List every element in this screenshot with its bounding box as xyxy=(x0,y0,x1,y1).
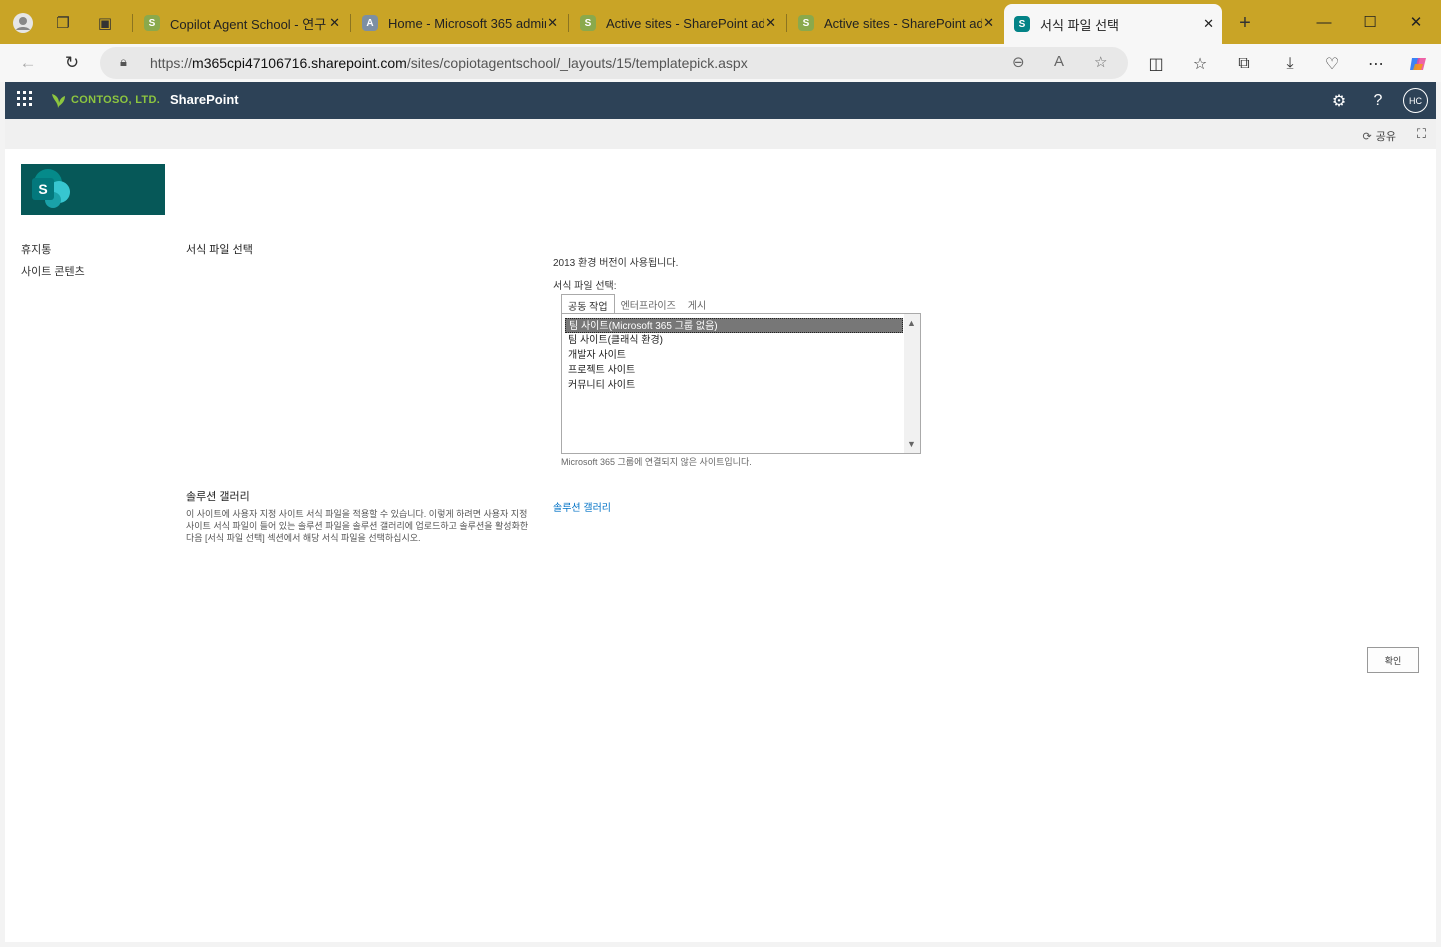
listbox-scrollbar[interactable]: ▲ ▼ xyxy=(904,314,920,453)
template-item-project-site[interactable]: 프로젝트 사이트 xyxy=(565,363,903,378)
browser-tab-strip: ❐ ▣ S Copilot Agent School - 연구 5 ✕ A Ho… xyxy=(0,0,1441,44)
template-item-team-site-classic[interactable]: 팀 사이트(클래식 환경) xyxy=(565,333,903,348)
template-category-tabs: 공동 작업 엔터프라이즈 게시 xyxy=(561,294,712,314)
workspaces-icon[interactable]: ❐ xyxy=(50,10,76,36)
browser-toolbar: ← ↻ 🔒︎ https://m365cpi47106716.sharepoin… xyxy=(0,44,1441,82)
window-close-icon[interactable]: ✕ xyxy=(1396,8,1436,36)
address-bar[interactable]: 🔒︎ https://m365cpi47106716.sharepoint.co… xyxy=(100,47,1128,79)
ok-button[interactable]: 확인 xyxy=(1367,647,1419,673)
close-tab-icon[interactable]: ✕ xyxy=(547,15,558,31)
nav-site-contents[interactable]: 사이트 콘텐츠 xyxy=(21,263,85,285)
maximize-icon[interactable]: ☐ xyxy=(1350,8,1390,36)
tab-collaboration[interactable]: 공동 작업 xyxy=(561,294,615,314)
leaf-icon xyxy=(52,94,65,108)
share-button[interactable]: ⟳ 공유 xyxy=(1363,128,1396,144)
share-icon: ⟳ xyxy=(1362,130,1372,143)
solution-section-description: 이 사이트에 사용자 지정 사이트 서식 파일을 적용할 수 있습니다. 이렇게… xyxy=(186,509,529,543)
sharepoint-logo-icon: S xyxy=(32,178,54,200)
scroll-down-icon[interactable]: ▼ xyxy=(907,439,916,449)
close-tab-icon[interactable]: ✕ xyxy=(983,15,994,31)
tab-m365-admin-home[interactable]: A Home - Microsoft 365 admin ✕ xyxy=(352,6,566,40)
left-navigation: 휴지통 사이트 콘텐츠 xyxy=(21,241,85,285)
app-name[interactable]: SharePoint xyxy=(170,92,239,107)
nav-recycle-bin[interactable]: 휴지통 xyxy=(21,241,85,263)
copilot-icon[interactable] xyxy=(1406,52,1430,76)
scroll-up-icon[interactable]: ▲ xyxy=(907,318,916,328)
site-logo[interactable]: S xyxy=(21,164,165,215)
zoom-out-icon[interactable]: ⊖ xyxy=(1012,53,1025,71)
favorites-icon[interactable]: ☆ xyxy=(1188,52,1212,76)
suite-bar: CONTOSO, LTD. SharePoint ⚙ ? HC xyxy=(5,82,1436,119)
tab-enterprise[interactable]: 엔터프라이즈 xyxy=(615,294,682,314)
template-select-label: 서식 파일 선택: xyxy=(553,281,617,292)
page-content: ⟳ 공유 ⛶ S 휴지통 사이트 콘텐츠 서식 파일 선택 2013 환경 버전… xyxy=(5,119,1436,942)
favorite-star-icon[interactable]: ☆ xyxy=(1094,53,1107,71)
url-text[interactable]: https://m365cpi47106716.sharepoint.com/s… xyxy=(150,55,748,71)
close-tab-icon[interactable]: ✕ xyxy=(1203,16,1214,32)
downloads-icon[interactable]: ⤓ xyxy=(1278,52,1302,76)
tab-title: 서식 파일 선택 xyxy=(1040,17,1119,33)
lock-icon: 🔒︎ xyxy=(120,54,127,69)
solution-gallery-link[interactable]: 솔루션 갤러리 xyxy=(553,499,611,514)
close-tab-icon[interactable]: ✕ xyxy=(329,15,340,31)
template-section-title: 서식 파일 선택 xyxy=(186,244,253,256)
sharepoint-favicon-icon: S xyxy=(798,15,814,31)
user-avatar[interactable]: HC xyxy=(1403,88,1428,113)
sharepoint-favicon-icon: S xyxy=(580,15,596,31)
template-item-team-site-no-group[interactable]: 팀 사이트(Microsoft 365 그룹 없음) xyxy=(565,318,903,333)
app-launcher-icon[interactable] xyxy=(17,91,32,106)
focus-mode-icon[interactable]: ⛶ xyxy=(1417,126,1426,142)
split-screen-icon[interactable]: ◫ xyxy=(1144,52,1168,76)
more-menu-icon[interactable]: ⋯ xyxy=(1364,52,1388,76)
tab-publishing[interactable]: 게시 xyxy=(682,294,712,314)
refresh-icon[interactable]: ↻ xyxy=(58,50,86,76)
tab-title: Copilot Agent School - 연구 5 xyxy=(170,16,328,32)
browser-essentials-icon[interactable]: ♡ xyxy=(1320,52,1344,76)
tab-actions-icon[interactable]: ▣ xyxy=(92,10,118,36)
minimize-icon[interactable]: — xyxy=(1304,8,1344,36)
template-item-community-site[interactable]: 커뮤니티 사이트 xyxy=(565,378,903,393)
help-icon[interactable]: ? xyxy=(1367,90,1389,112)
settings-gear-icon[interactable]: ⚙ xyxy=(1328,90,1350,112)
org-name: CONTOSO, LTD. xyxy=(71,94,161,106)
solution-section-title: 솔루션 갤러리 xyxy=(186,491,250,503)
tab-copilot-agent-school[interactable]: S Copilot Agent School - 연구 5 ✕ xyxy=(134,6,348,40)
template-item-developer-site[interactable]: 개발자 사이트 xyxy=(565,348,903,363)
url-host: m365cpi47106716.sharepoint.com xyxy=(192,55,407,71)
read-aloud-icon[interactable]: A xyxy=(1054,53,1064,70)
sharepoint-favicon-icon: S xyxy=(1014,16,1030,32)
template-listbox[interactable]: 팀 사이트(Microsoft 365 그룹 없음) 팀 사이트(클래식 환경)… xyxy=(561,313,921,454)
tab-title: Active sites - SharePoint adm xyxy=(606,15,764,31)
tab-active-sites-2[interactable]: S Active sites - SharePoint adm ✕ xyxy=(788,6,1002,40)
admin-favicon-icon: A xyxy=(362,15,378,31)
share-label: 공유 xyxy=(1375,131,1396,143)
url-path: /sites/copiotagentschool/_layouts/15/tem… xyxy=(406,55,748,71)
template-description: Microsoft 365 그룹에 연결되지 않은 사이트입니다. xyxy=(561,457,752,467)
new-tab-icon[interactable]: + xyxy=(1232,10,1258,36)
tab-title: Home - Microsoft 365 admin xyxy=(388,15,546,31)
collections-icon[interactable]: ⧉ xyxy=(1232,52,1256,76)
url-scheme: https:// xyxy=(150,55,193,71)
sharepoint-favicon-icon: S xyxy=(144,15,160,31)
org-logo[interactable]: CONTOSO, LTD. xyxy=(51,92,160,108)
profile-icon[interactable] xyxy=(10,10,36,36)
environment-note: 2013 환경 버전이 사용됩니다. xyxy=(553,258,679,269)
ribbon-bar: ⟳ 공유 ⛶ xyxy=(5,119,1436,149)
close-tab-icon[interactable]: ✕ xyxy=(765,15,776,31)
tab-active-sites-1[interactable]: S Active sites - SharePoint adm ✕ xyxy=(570,6,784,40)
back-icon[interactable]: ← xyxy=(14,50,42,76)
tab-template-pick[interactable]: S 서식 파일 선택 ✕ xyxy=(1004,4,1222,44)
tab-title: Active sites - SharePoint adm xyxy=(824,15,982,31)
